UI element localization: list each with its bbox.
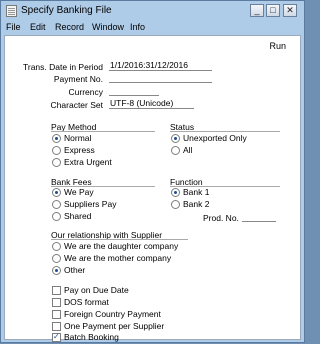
radio-icon — [52, 242, 61, 251]
checkbox-icon — [52, 298, 61, 307]
radio-selected-icon — [52, 134, 61, 143]
pay-method-divider — [51, 131, 155, 132]
relationship-divider — [51, 239, 188, 240]
payment-no-label: Payment No. — [53, 74, 103, 84]
currency-field[interactable] — [109, 86, 159, 96]
window-title: Specify Banking File — [21, 5, 112, 16]
menu-record[interactable]: Record — [55, 22, 84, 32]
radio-selected-icon — [52, 188, 61, 197]
character-set-label: Character Set — [50, 100, 103, 110]
menu-file[interactable]: File — [6, 22, 21, 32]
status-divider — [170, 131, 280, 132]
trans-date-label: Trans. Date in Period — [23, 62, 103, 72]
payment-no-field[interactable] — [109, 73, 212, 83]
character-set-field[interactable]: UTF-8 (Unicode) — [109, 99, 194, 109]
checkbox-icon — [52, 310, 61, 319]
prod-no-label: Prod. No. — [203, 213, 239, 223]
radio-selected-icon — [171, 134, 180, 143]
maximize-button[interactable]: □ — [266, 4, 280, 17]
window: Specify Banking File _ □ ✕ File Edit Rec… — [0, 0, 305, 343]
trans-date-field[interactable]: 1/1/2016:31/12/2016 — [109, 61, 212, 71]
currency-label: Currency — [68, 87, 103, 97]
checkmark-icon — [52, 332, 61, 342]
radio-icon — [52, 146, 61, 155]
document-icon — [6, 5, 17, 17]
run-button[interactable]: Run — [269, 41, 286, 51]
radio-icon — [171, 200, 180, 209]
menu-edit[interactable]: Edit — [30, 22, 46, 32]
radio-selected-icon — [171, 188, 180, 197]
radio-selected-icon — [52, 266, 61, 275]
menu-window[interactable]: Window — [92, 22, 124, 32]
title-bar[interactable]: Specify Banking File _ □ ✕ — [1, 1, 304, 21]
menu-bar: File Edit Record Window Info — [1, 21, 304, 35]
menu-info[interactable]: Info — [130, 22, 145, 32]
prod-no-field[interactable] — [242, 212, 276, 222]
radio-icon — [52, 158, 61, 167]
radio-icon — [52, 200, 61, 209]
radio-icon — [52, 212, 61, 221]
checkbox-icon — [52, 322, 61, 331]
close-button[interactable]: ✕ — [283, 4, 297, 17]
form-area: Run Trans. Date in Period 1/1/2016:31/12… — [4, 35, 301, 342]
radio-icon — [171, 146, 180, 155]
radio-icon — [52, 254, 61, 263]
minimize-button[interactable]: _ — [250, 4, 264, 17]
checkbox-icon — [52, 286, 61, 295]
